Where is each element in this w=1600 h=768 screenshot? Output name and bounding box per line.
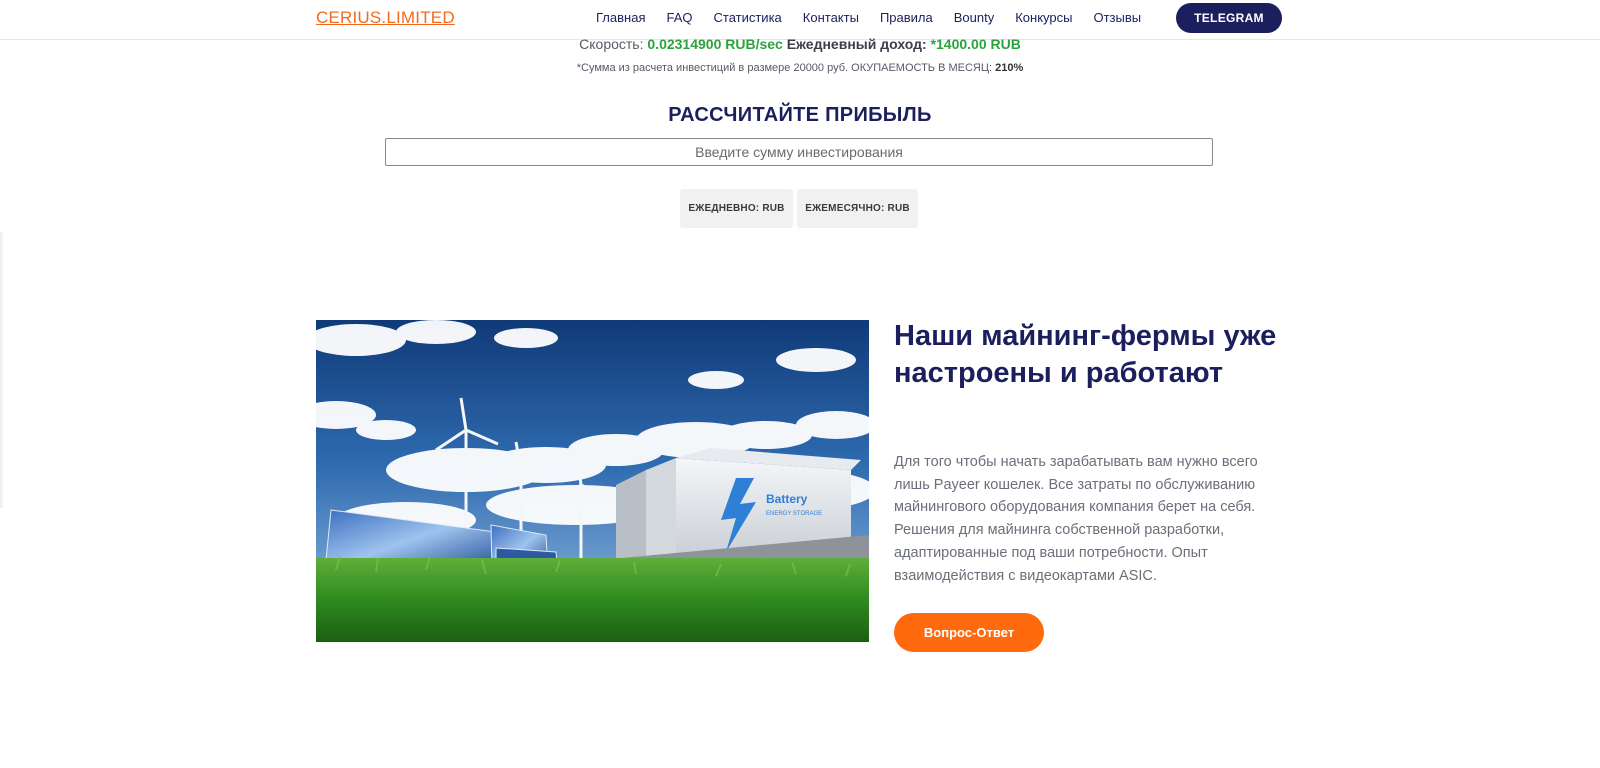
monthly-result: ЕЖЕМЕСЯЧНО: RUB xyxy=(797,189,918,228)
nav-item-statistics[interactable]: Статистика xyxy=(714,10,782,25)
nav-item-reviews[interactable]: Отзывы xyxy=(1093,10,1141,25)
speed-label: Скорость: xyxy=(579,36,644,52)
site-logo[interactable]: CERIUS.LIMITED xyxy=(316,8,455,28)
investment-amount-input[interactable] xyxy=(385,138,1213,166)
payback-value: 210% xyxy=(995,62,1024,74)
top-navbar: CERIUS.LIMITED Главная FAQ Статистика Ко… xyxy=(0,0,1600,40)
mining-farm-photo: Battery ENERGY STORAGE xyxy=(316,320,869,642)
left-edge-shadow xyxy=(0,232,4,508)
nav-item-rules[interactable]: Правила xyxy=(880,10,933,25)
nav-item-home[interactable]: Главная xyxy=(596,10,645,25)
calculator-title: РАССЧИТАЙТЕ ПРИБЫЛЬ xyxy=(668,104,932,126)
nav-item-faq[interactable]: FAQ xyxy=(666,10,692,25)
investment-note: *Сумма из расчета инвестиций в размере 2… xyxy=(0,62,1600,74)
income-label: Ежедневный доход: xyxy=(786,36,927,52)
speed-income-line: Скорость: 0.02314900 RUB/sec Ежедневный … xyxy=(0,36,1600,52)
battery-label: Battery xyxy=(766,492,808,506)
nav-item-bounty[interactable]: Bounty xyxy=(954,10,994,25)
note-text: *Сумма из расчета инвестиций в размере 2… xyxy=(576,62,993,74)
main-nav: Главная FAQ Статистика Контакты Правила … xyxy=(596,10,1162,25)
daily-result: ЕЖЕДНЕВНО: RUB xyxy=(680,189,793,228)
feature-title: Наши майнинг-фермы уже настроены и работ… xyxy=(894,320,1277,389)
feature-description: Для того чтобы начать зарабатывать вам н… xyxy=(894,454,1258,584)
battery-sublabel: ENERGY STORAGE xyxy=(766,511,822,517)
grass xyxy=(316,558,869,642)
telegram-button[interactable]: TELEGRAM xyxy=(1176,3,1282,33)
speed-value: 0.02314900 RUB/sec xyxy=(647,36,783,52)
faq-button[interactable]: Вопрос-Ответ xyxy=(894,613,1044,652)
income-value: *1400.00 RUB xyxy=(930,36,1021,52)
nav-item-contacts[interactable]: Контакты xyxy=(803,10,859,25)
nav-item-contests[interactable]: Конкурсы xyxy=(1015,10,1072,25)
